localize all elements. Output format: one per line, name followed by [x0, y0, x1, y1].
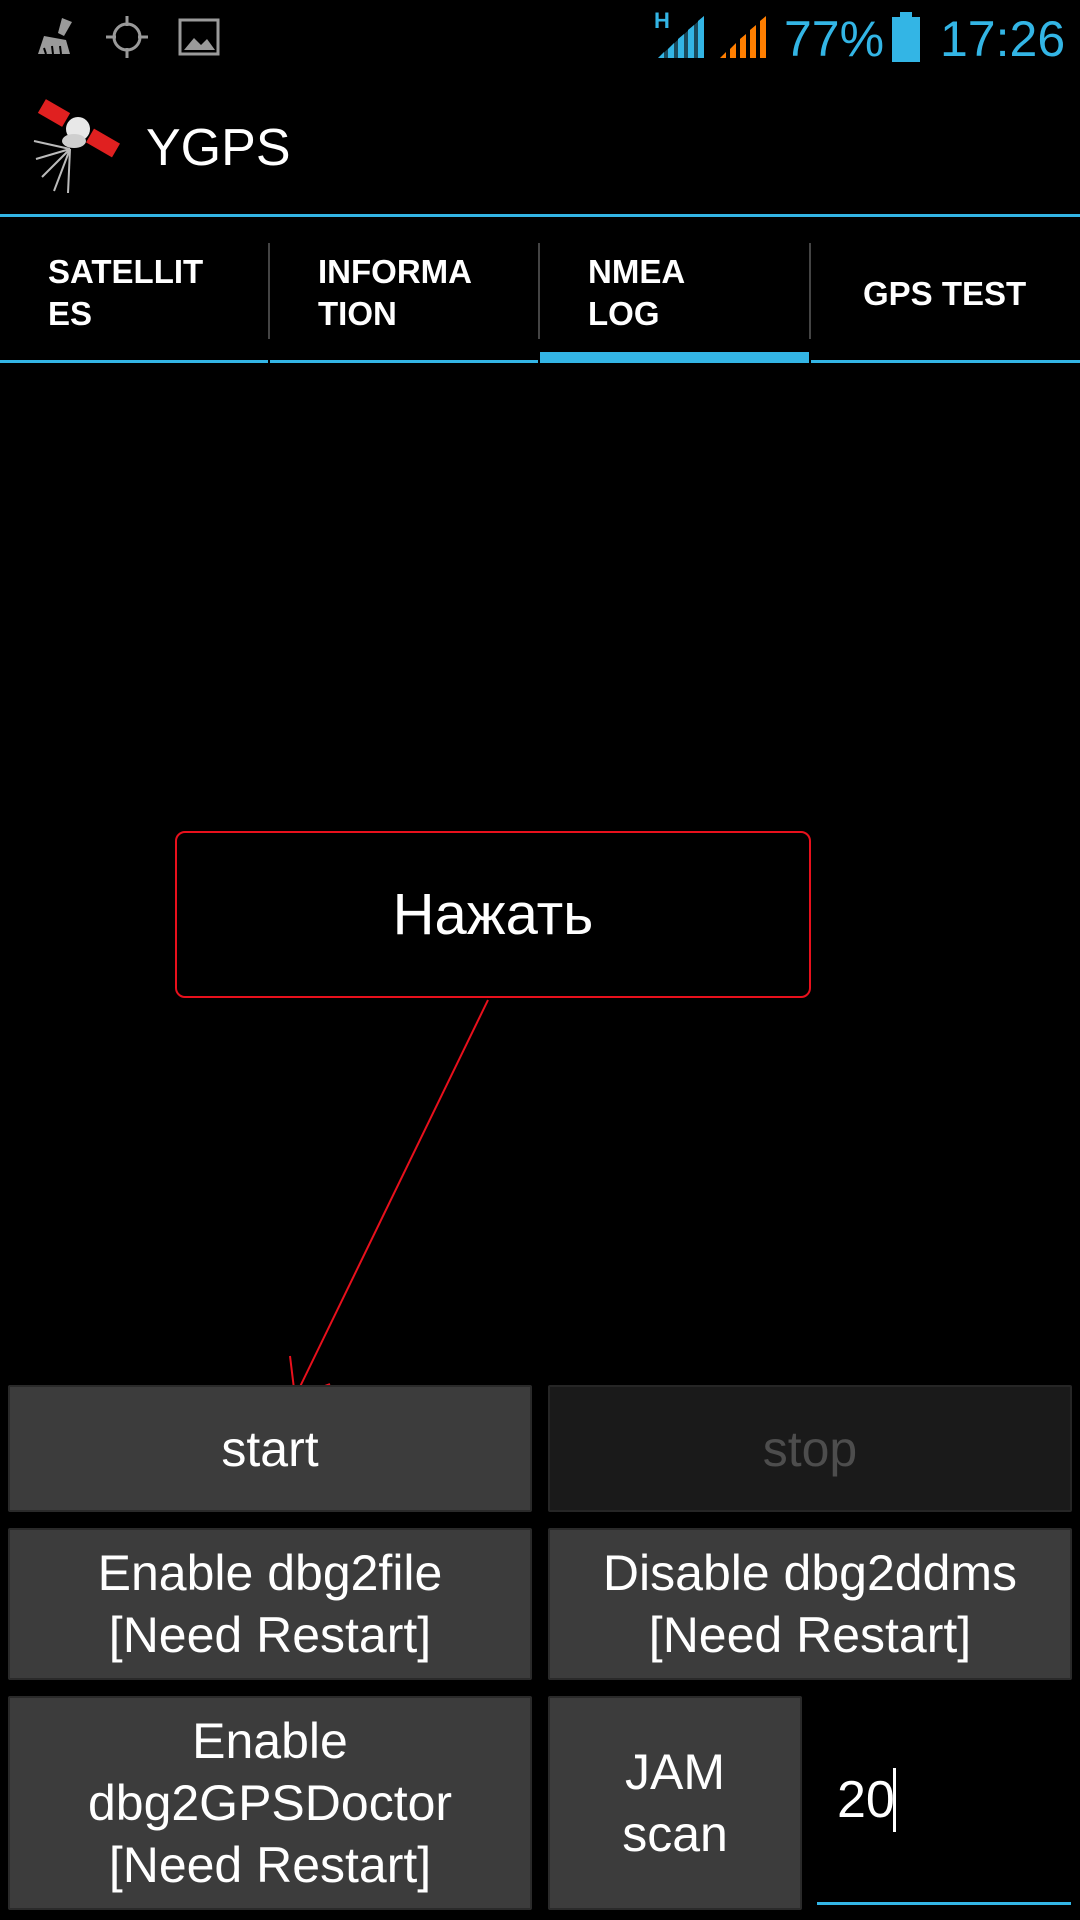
- enable-dbg2gpsdoctor-label-line1: Enable: [192, 1713, 348, 1769]
- jam-scan-label-line1: JAM: [625, 1744, 725, 1800]
- jam-scan-input-underline: [817, 1902, 1071, 1905]
- tab-information-indicator: [270, 360, 538, 363]
- tab-information-label: INFORMA TION: [318, 251, 472, 335]
- battery-percent: 77%: [784, 11, 885, 67]
- tab-nmea-log-indicator: [540, 352, 809, 363]
- action-bar-divider: [0, 214, 1080, 217]
- enable-dbg2gpsdoctor-label-line2: dbg2GPSDoctor: [87, 1775, 453, 1831]
- disable-dbg2ddms-label: Disable dbg2ddms: [602, 1545, 1018, 1601]
- status-time: 17:26: [940, 11, 1066, 67]
- jam-scan-input[interactable]: 20: [817, 1700, 1071, 1900]
- satellite-app-icon: [33, 99, 120, 194]
- tab-nmea-log[interactable]: NMEA LOG: [540, 243, 809, 363]
- disable-dbg2ddms-restart-note: [Need Restart]: [648, 1607, 972, 1663]
- image-icon: [178, 18, 220, 56]
- jam-scan-button[interactable]: JAM scan: [548, 1696, 802, 1910]
- status-bar: H 77% 17:26: [0, 0, 1080, 75]
- tab-gps-test[interactable]: GPS TEST: [811, 243, 1080, 363]
- tab-nmea-log-label-line2: LOG: [588, 295, 660, 332]
- tab-nmea-log-label: NMEA LOG: [588, 251, 685, 335]
- signal-icon-sim2: [720, 16, 766, 58]
- tab-gps-test-label: GPS TEST: [863, 275, 1027, 312]
- enable-dbg2file-restart-note: [Need Restart]: [108, 1607, 432, 1663]
- tab-information-label-line1: INFORMA: [318, 253, 472, 290]
- jam-scan-label-line2: scan: [622, 1806, 728, 1862]
- start-button[interactable]: start: [8, 1385, 532, 1512]
- tab-nmea-log-label-line1: NMEA: [588, 253, 686, 290]
- enable-dbg2file-button[interactable]: Enable dbg2file [Need Restart]: [8, 1528, 532, 1680]
- annotation-text: Нажать: [392, 882, 594, 947]
- gps-icon: [106, 16, 148, 58]
- tab-bar: SATELLIT ES INFORMA TION NMEA LOG GPS TE…: [0, 243, 1080, 363]
- cleaner-icon: [38, 18, 72, 55]
- enable-dbg2gpsdoctor-button[interactable]: Enable dbg2GPSDoctor [Need Restart]: [8, 1696, 532, 1910]
- tab-satellites-indicator: [0, 360, 268, 363]
- enable-dbg2gpsdoctor-restart-note: [Need Restart]: [108, 1837, 432, 1893]
- stop-button[interactable]: stop: [548, 1385, 1072, 1512]
- tab-satellites-label-line2: ES: [48, 295, 93, 332]
- battery-icon: [892, 12, 920, 62]
- enable-dbg2file-label: Enable dbg2file: [97, 1545, 443, 1601]
- tab-satellites-label-line1: SATELLIT: [48, 253, 204, 290]
- annotation-callout: Нажать: [175, 831, 811, 998]
- text-cursor: [893, 1768, 896, 1832]
- signal-icon-sim1: [658, 16, 704, 58]
- action-bar: YGPS: [0, 75, 1080, 215]
- tab-satellites[interactable]: SATELLIT ES: [0, 243, 268, 363]
- app-title: YGPS: [146, 119, 291, 177]
- tab-information[interactable]: INFORMA TION: [270, 243, 538, 363]
- tab-satellites-label: SATELLIT ES: [48, 251, 203, 335]
- disable-dbg2ddms-button[interactable]: Disable dbg2ddms [Need Restart]: [548, 1528, 1072, 1680]
- tab-information-label-line2: TION: [318, 295, 397, 332]
- tab-gps-test-indicator: [811, 360, 1080, 363]
